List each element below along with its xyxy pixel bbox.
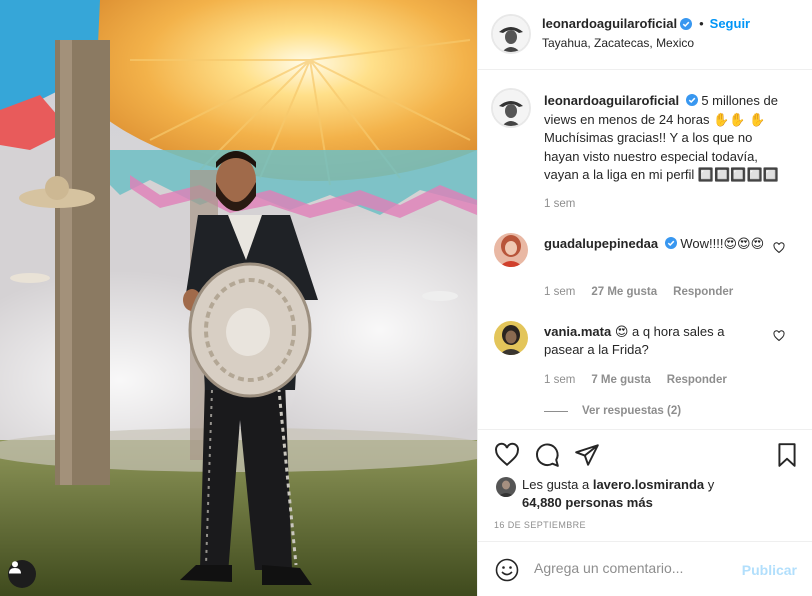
user-tag-button[interactable] xyxy=(8,560,36,588)
post-actions: Les gusta a lavero.losmiranda y 64,880 p… xyxy=(478,429,812,541)
heart-icon[interactable] xyxy=(494,442,520,468)
publish-button[interactable]: Publicar xyxy=(742,562,797,578)
post-date[interactable]: 16 DE SEPTIEMBRE xyxy=(494,520,586,530)
author-username[interactable]: leonardoaguilaroficial xyxy=(542,16,677,31)
comment-icon[interactable] xyxy=(534,442,560,468)
share-icon[interactable] xyxy=(574,442,600,468)
comments-list[interactable]: leonardoaguilaroficial 5 millones de vie… xyxy=(478,71,812,429)
caption-author-avatar[interactable] xyxy=(491,88,531,128)
comment-username[interactable]: vania.mata xyxy=(544,324,611,339)
caption-username[interactable]: leonardoaguilaroficial xyxy=(544,93,679,108)
comment-input[interactable] xyxy=(534,560,734,576)
comment-avatar[interactable] xyxy=(494,233,528,267)
caption-author-avatar-image xyxy=(493,90,529,126)
comment-reply-button[interactable]: Responder xyxy=(673,286,733,298)
view-replies-label: Ver respuestas (2) xyxy=(582,405,682,417)
liker-avatar-image xyxy=(496,477,516,497)
post-location[interactable]: Tayahua, Zacatecas, Mexico xyxy=(542,36,694,50)
comment-time[interactable]: 1 sem xyxy=(544,374,575,386)
user-tag-icon xyxy=(9,561,21,574)
comment-time[interactable]: 1 sem xyxy=(544,286,575,298)
bookmark-icon[interactable] xyxy=(774,442,800,468)
comment-like-heart-icon[interactable] xyxy=(773,330,785,342)
comment-reply-button[interactable]: Responder xyxy=(667,374,727,386)
follow-button[interactable]: Seguir xyxy=(710,16,750,31)
liker-avatar[interactable] xyxy=(496,477,516,497)
mariachi-photo-illustration xyxy=(0,0,477,596)
comment-like-heart-icon[interactable] xyxy=(773,242,785,254)
likes-count-link[interactable]: 64,880 personas más xyxy=(522,495,653,510)
follow-separator: • xyxy=(699,16,704,31)
post-side-panel: leonardoaguilaroficial • Seguir Tayahua,… xyxy=(477,0,812,596)
post-header: leonardoaguilaroficial • Seguir Tayahua,… xyxy=(478,0,812,70)
author-avatar-image xyxy=(493,16,529,52)
comment-meta: 1 sem 7 Me gusta Responder xyxy=(544,374,727,386)
comment-username[interactable]: guadalupepinedaa xyxy=(544,236,658,251)
add-comment-bar: Publicar xyxy=(478,541,812,596)
caption-text: leonardoaguilaroficial 5 millones de vie… xyxy=(544,92,790,185)
comment-text: vania.mata 😍 a q hora sales a pasear a l… xyxy=(544,323,750,359)
liker-username[interactable]: lavero.losmiranda xyxy=(593,477,704,492)
caption-meta: 1 sem xyxy=(544,198,575,210)
verified-badge-icon xyxy=(685,94,698,106)
verified-badge-icon xyxy=(680,17,693,30)
caption-time[interactable]: 1 sem xyxy=(544,198,575,210)
verified-badge-icon xyxy=(664,237,677,249)
comment-avatar[interactable] xyxy=(494,321,528,355)
comment-body: Wow!!!!😍😍😍 xyxy=(680,236,765,251)
caption-item: leonardoaguilaroficial 5 millones de vie… xyxy=(478,71,812,221)
post-photo[interactable] xyxy=(0,0,477,596)
comment-item: vania.mata 😍 a q hora sales a pasear a l… xyxy=(478,309,812,399)
view-replies-button[interactable]: Ver respuestas (2) xyxy=(544,405,681,417)
replies-line-divider xyxy=(544,410,568,412)
author-avatar[interactable] xyxy=(491,14,531,54)
comment-likes[interactable]: 7 Me gusta xyxy=(591,374,650,386)
comment-text: guadalupepinedaa Wow!!!!😍😍😍 xyxy=(544,235,790,253)
emoji-icon[interactable] xyxy=(495,558,519,582)
likes-prefix: Les gusta a xyxy=(522,477,590,492)
comment-likes[interactable]: 27 Me gusta xyxy=(591,286,657,298)
comment-meta: 1 sem 27 Me gusta Responder xyxy=(544,286,733,298)
comment-avatar-image xyxy=(494,233,528,267)
comment-avatar-image xyxy=(494,321,528,355)
comment-item: guadalupepinedaa Wow!!!!😍😍😍 1 sem 27 Me … xyxy=(478,221,812,309)
likes-connector: y xyxy=(707,477,715,492)
likes-summary: Les gusta a lavero.losmiranda y 64,880 p… xyxy=(522,476,782,512)
